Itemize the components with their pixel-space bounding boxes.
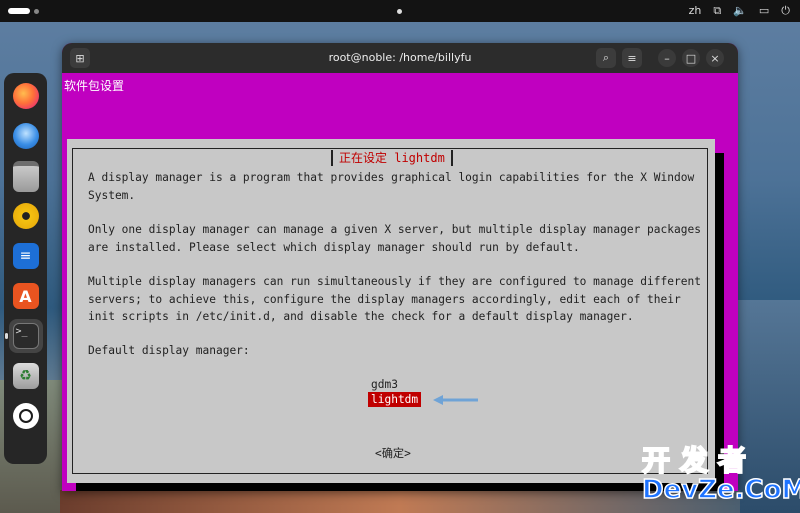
dialog-frame: 正在设定 lightdm A display manager is a prog… [72,148,708,474]
dock-trash[interactable]: ♻ [9,359,43,393]
thunderbird-icon [12,123,39,149]
option-lightdm[interactable]: lightdm [368,392,421,407]
watermark-top: 开发者 [641,444,757,477]
watermark-bottom: DevZe.CoM [641,475,800,505]
workspace-dot[interactable] [34,9,39,14]
power-icon[interactable]: ⏻ [781,3,790,19]
dock-show-apps[interactable] [9,399,43,433]
files-icon [12,160,39,192]
app-center-icon: A [12,283,39,309]
activities-indicator[interactable] [8,8,30,14]
wallpaper-bottom [60,490,740,513]
volume-icon[interactable]: 🔈 [733,3,747,19]
dock-writer[interactable]: ≡ [9,239,43,273]
dock-app-center[interactable]: A [9,279,43,313]
firefox-icon [12,83,39,109]
window-titlebar[interactable]: ⊞ root@noble: /home/billyfu ⌕ ≡ – □ × [62,43,738,73]
system-tray[interactable]: zh ⧉ 🔈 ▭ ⏻ [689,3,790,19]
dock-terminal[interactable]: >_ [4,319,43,353]
language-indicator[interactable]: zh [689,3,702,19]
close-icon: × [710,51,720,65]
battery-icon[interactable]: ▭ [759,3,769,19]
minimize-button[interactable]: – [658,49,676,67]
close-button[interactable]: × [706,49,724,67]
rhythmbox-icon [12,203,39,229]
maximize-icon: □ [685,51,697,65]
dialog-paragraph-1: A display manager is a program that prov… [88,171,695,202]
dialog-paragraph-3: Multiple display managers can run simult… [88,275,701,323]
dock-files[interactable] [9,159,43,193]
ok-button[interactable]: <确定> [375,445,411,461]
maximize-button[interactable]: □ [682,49,700,67]
ubuntu-icon [12,403,39,429]
debconf-dialog: 正在设定 lightdm A display manager is a prog… [67,139,715,483]
debconf-backtitle: 软件包设置 [64,79,125,93]
arrow-left-icon [433,395,478,405]
trash-icon: ♻ [12,363,39,389]
search-icon: ⌕ [602,51,610,64]
dock-thunderbird[interactable] [9,119,43,153]
terminal-icon: >_ [12,323,39,349]
writer-icon: ≡ [12,243,39,269]
search-button[interactable]: ⌕ [596,48,616,68]
terminal-body[interactable]: 软件包设置 正在设定 lightdm A display manager is … [62,73,738,491]
top-bar: zh ⧉ 🔈 ▭ ⏻ [0,0,800,22]
option-gdm3[interactable]: gdm3 [368,377,401,392]
network-icon[interactable]: ⧉ [713,3,721,19]
minimize-icon: – [664,51,670,65]
dialog-paragraph-2: Only one display manager can manage a gi… [88,223,701,254]
watermark-logo: 开发者 DevZe.CoM [641,444,800,508]
dialog-title: 正在设定 lightdm [331,150,453,166]
hamburger-icon: ≡ [627,51,637,65]
dock: ≡ A >_ ♻ [4,73,47,464]
terminal-window: ⊞ root@noble: /home/billyfu ⌕ ≡ – □ × 软件… [62,43,738,491]
dialog-prompt: Default display manager: [88,344,250,357]
notification-dot[interactable] [397,9,402,14]
menu-button[interactable]: ≡ [622,48,642,68]
dock-firefox[interactable] [9,79,43,113]
dock-rhythmbox[interactable] [9,199,43,233]
